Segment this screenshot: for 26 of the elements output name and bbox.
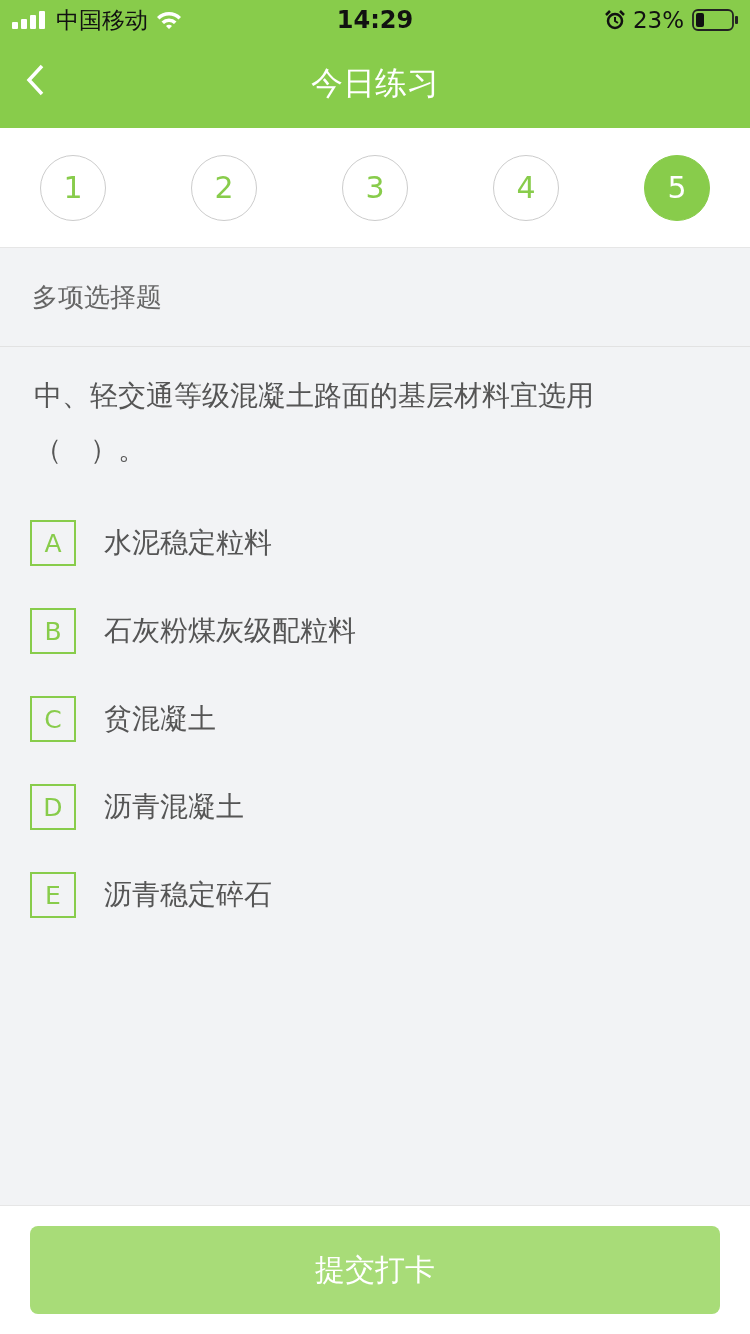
option-text[interactable]: 贫混凝土 [104,700,216,738]
option-checkbox[interactable]: E [30,872,76,918]
question-number[interactable]: 5 [644,154,710,221]
status-time: 14:29 [336,6,414,34]
option-text[interactable]: 石灰粉煤灰级配粒料 [104,612,356,650]
option-checkbox[interactable]: A [30,520,76,566]
page-title: 今日练习 [311,63,439,104]
back-icon [26,64,44,96]
carrier-name: 中国移动 [56,5,148,35]
option-text[interactable]: 水泥稳定粒料 [104,524,272,562]
option-checkbox[interactable]: D [30,784,76,830]
wifi-icon [156,10,182,30]
question-type: 多项选择题 [32,280,162,314]
question-number[interactable]: 4 [493,154,559,221]
battery-percent: 23% [632,7,684,33]
question-number[interactable]: 1 [40,154,106,221]
option-checkbox[interactable]: C [30,696,76,742]
signal-icon [12,11,48,29]
option-text[interactable]: 沥青稳定碎石 [104,876,272,914]
question-number[interactable]: 2 [191,154,257,221]
question-text: 中、轻交通等级混凝土路面的基层材料宜选用（ ）。 [34,378,595,468]
battery-icon [692,9,738,31]
question-number[interactable]: 3 [342,154,408,221]
option-checkbox[interactable]: B [30,608,76,654]
option-text[interactable]: 沥青混凝土 [104,788,244,826]
alarm-icon [604,10,625,30]
